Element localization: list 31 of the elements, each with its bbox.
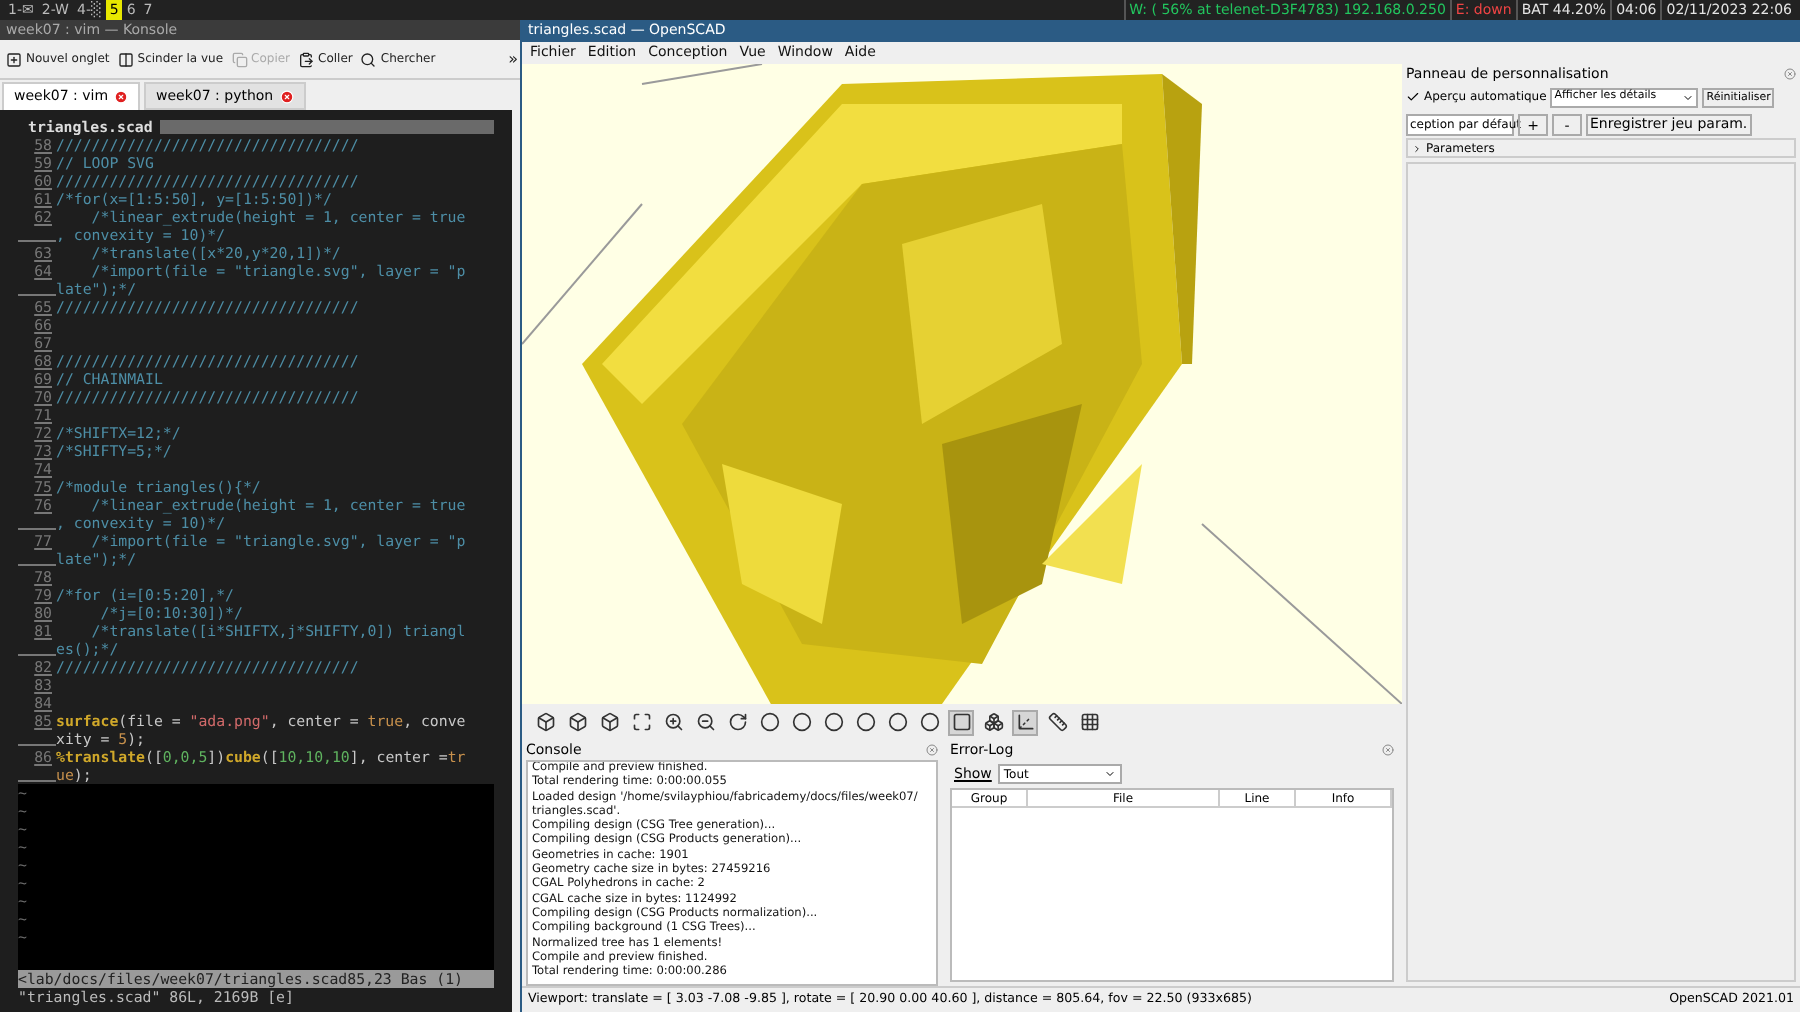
ruler-icon[interactable] <box>1044 709 1070 735</box>
circle-icon[interactable] <box>756 709 782 735</box>
cube-icon[interactable] <box>596 709 622 735</box>
circle-icon[interactable] <box>820 709 846 735</box>
close-icon[interactable] <box>1382 744 1394 756</box>
auto-preview-checkbox[interactable] <box>1406 90 1420 104</box>
circle-icon[interactable] <box>884 709 910 735</box>
circle-icon[interactable] <box>916 709 942 735</box>
cube-icon[interactable] <box>564 709 590 735</box>
paste-icon <box>298 51 315 67</box>
circle-icon[interactable] <box>788 709 814 735</box>
circle-icon[interactable] <box>852 709 878 735</box>
cubes-icon[interactable] <box>980 709 1006 735</box>
square-icon[interactable] <box>948 709 974 735</box>
rotate-icon[interactable] <box>724 709 750 735</box>
frame-icon[interactable] <box>628 709 654 735</box>
cube-icon[interactable] <box>532 709 558 735</box>
grid-icon[interactable] <box>1076 709 1102 735</box>
caret-icon <box>1103 768 1116 780</box>
caret-icon <box>1682 91 1695 103</box>
close-icon[interactable] <box>1784 68 1796 80</box>
axes-icon[interactable] <box>1012 709 1038 735</box>
close-icon[interactable] <box>926 744 938 756</box>
split-icon <box>117 51 134 67</box>
copy-icon <box>231 51 248 67</box>
zoom-in-icon[interactable] <box>660 709 686 735</box>
overflow-button[interactable]: » <box>508 47 518 71</box>
zoom-out-icon[interactable] <box>692 709 718 735</box>
new-tab-icon <box>6 51 22 67</box>
caret-icon <box>1412 143 1422 153</box>
search-icon <box>360 51 377 67</box>
